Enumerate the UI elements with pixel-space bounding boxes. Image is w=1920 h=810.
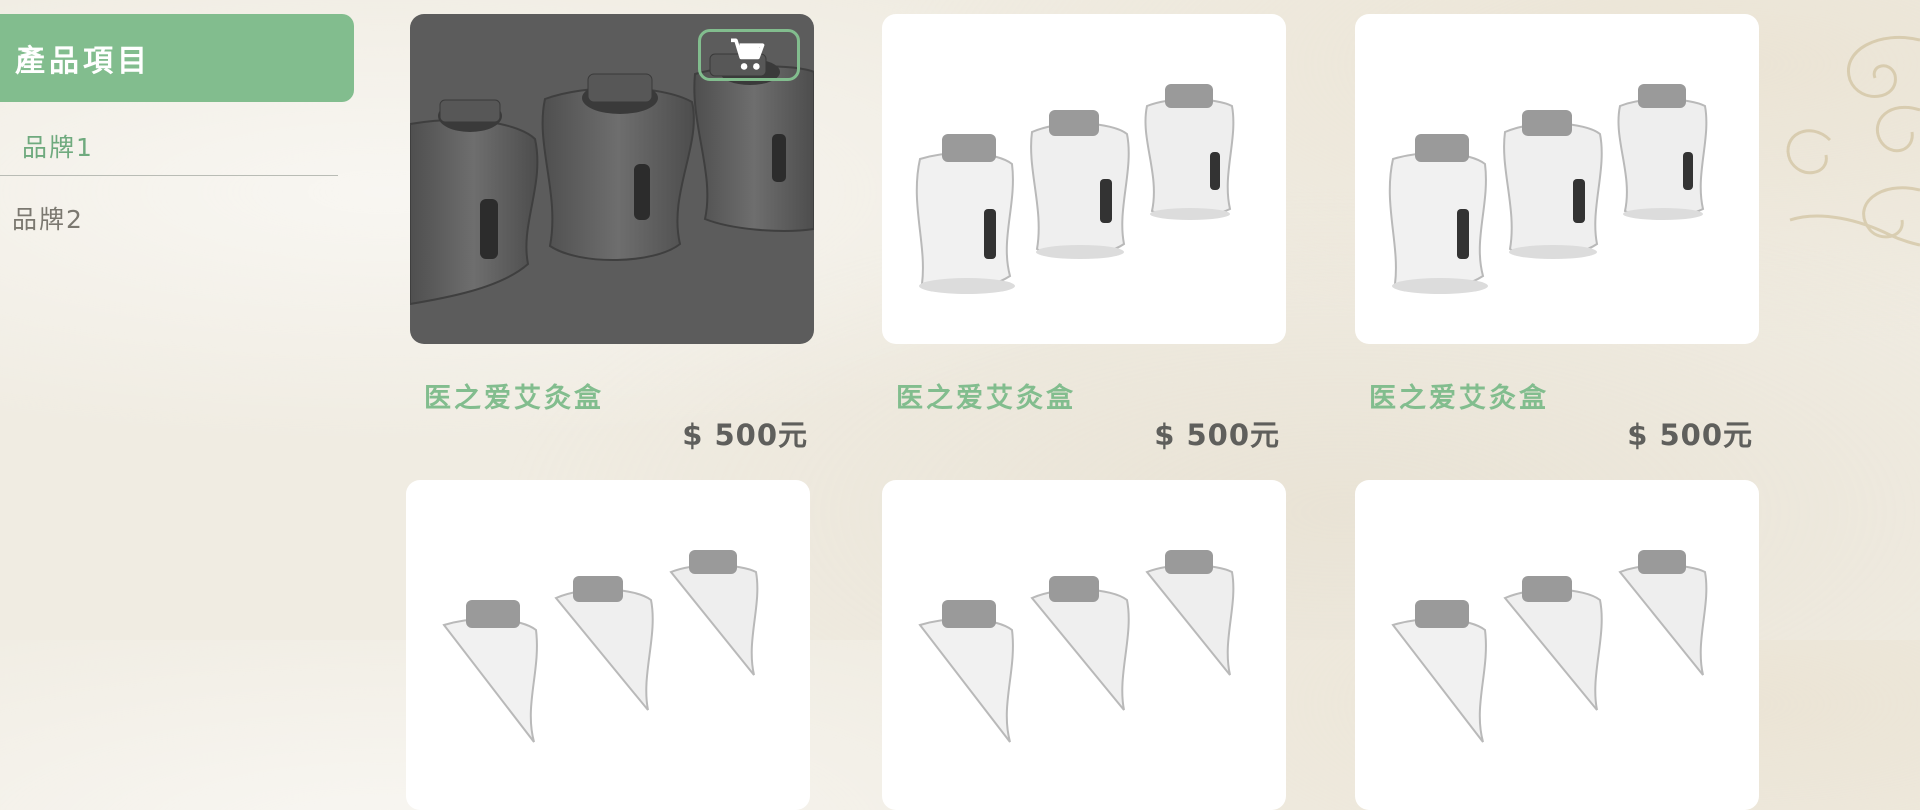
sidebar-item-brand-1[interactable]: 品牌1 — [0, 128, 338, 176]
moxibustion-box-image — [1388, 84, 1708, 294]
product-image[interactable] — [1355, 14, 1759, 344]
product-image[interactable] — [882, 14, 1286, 344]
product-card[interactable]: 医之爱艾灸盒 $ 500元 — [1355, 14, 1759, 452]
shopping-cart-icon — [731, 38, 765, 70]
product-price: $ 500元 — [682, 418, 808, 452]
product-image[interactable] — [882, 480, 1286, 810]
product-price: $ 500元 — [1154, 418, 1280, 452]
product-card[interactable] — [1355, 480, 1759, 810]
product-name[interactable]: 医之爱艾灸盒 — [896, 376, 1076, 415]
moxibustion-box-image — [918, 550, 1235, 743]
product-name[interactable]: 医之爱艾灸盒 — [424, 376, 604, 415]
product-card[interactable]: 医之爱艾灸盒 $ 500元 — [882, 14, 1286, 452]
product-name[interactable]: 医之爱艾灸盒 — [1369, 376, 1549, 415]
moxibustion-box-image — [915, 84, 1235, 294]
moxibustion-box-image — [1391, 550, 1708, 743]
product-card[interactable]: 医之爱艾灸盒 $ 500元 — [410, 14, 814, 452]
sidebar-title: 產品項目 — [15, 44, 151, 79]
product-image[interactable] — [406, 480, 810, 810]
moxibustion-box-image — [442, 550, 759, 743]
product-image[interactable] — [410, 14, 814, 344]
sidebar-header: 產品項目 — [0, 14, 354, 102]
product-card[interactable] — [882, 480, 1286, 810]
product-card[interactable] — [406, 480, 810, 810]
product-image[interactable] — [1355, 480, 1759, 810]
product-price: $ 500元 — [1627, 418, 1753, 452]
sidebar-item-brand-2[interactable]: 品牌2 — [0, 200, 338, 236]
add-to-cart-button[interactable] — [698, 29, 800, 81]
